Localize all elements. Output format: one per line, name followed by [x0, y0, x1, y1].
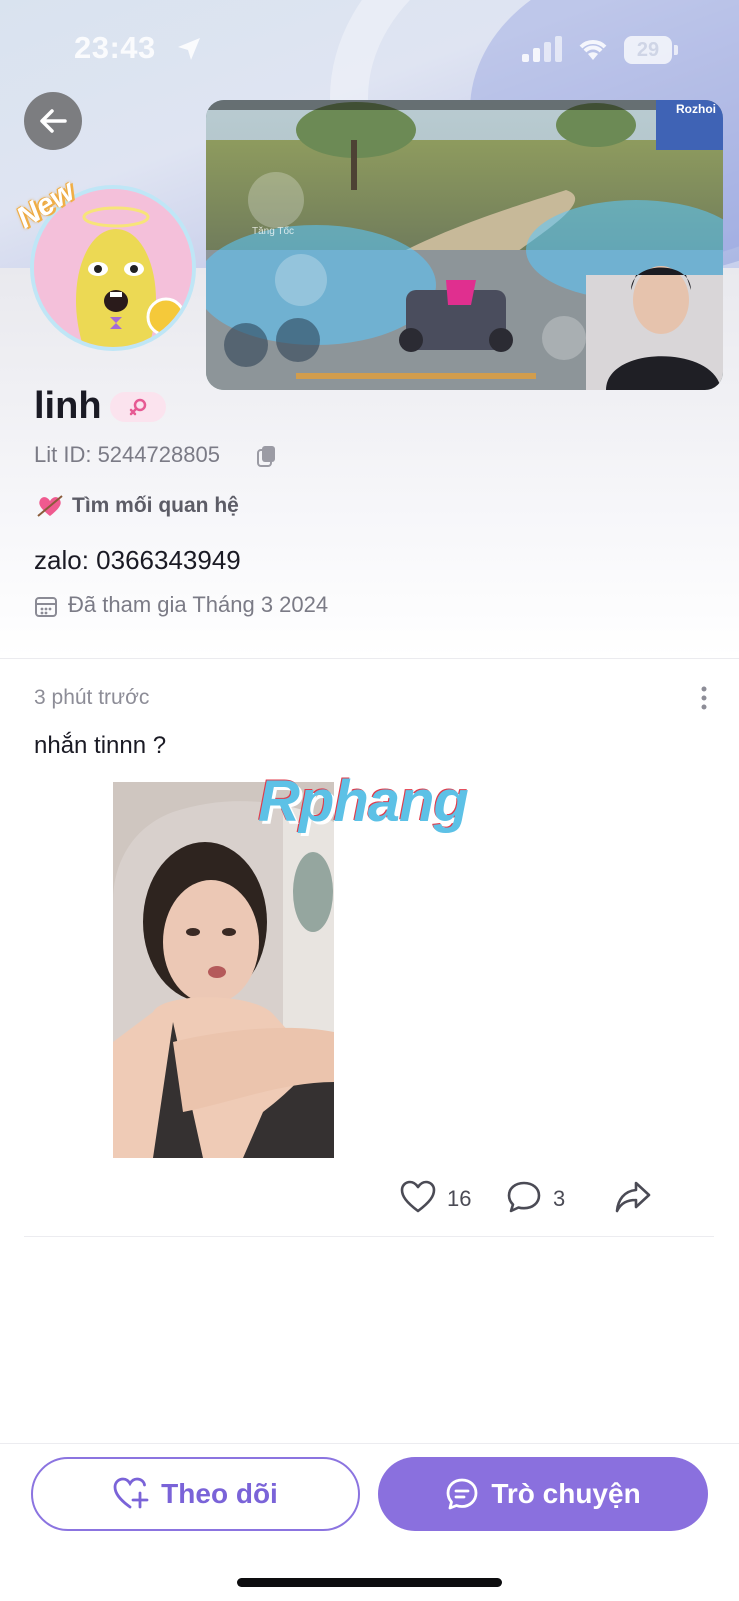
chat-bubble-icon: [445, 1477, 479, 1511]
back-arrow-icon: [40, 109, 67, 133]
copy-icon[interactable]: [256, 444, 278, 468]
cellular-signal-icon: [522, 36, 562, 62]
relationship-goal: Tìm mối quan hệ: [36, 494, 239, 518]
profile-username: linh: [34, 385, 102, 427]
join-date-text: Đã tham gia Tháng 3 2024: [68, 592, 329, 617]
post-timestamp: 3 phút trước: [34, 686, 150, 709]
post-divider: [24, 1236, 714, 1237]
profile-bio: zalo: 0366343949: [34, 545, 241, 575]
chat-button-label: Trò chuyện: [491, 1478, 641, 1509]
section-divider: [0, 658, 739, 659]
more-options-icon[interactable]: [700, 686, 708, 710]
follow-button-label: Theo dõi: [161, 1478, 278, 1509]
chat-button[interactable]: Trò chuyện: [378, 1457, 708, 1531]
heart-arrow-icon: [37, 495, 63, 518]
post-text: nhắn tinnn ?: [34, 732, 167, 759]
join-date-row: Đã tham gia Tháng 3 2024: [34, 592, 328, 618]
home-indicator[interactable]: [237, 1578, 502, 1587]
comment-icon[interactable]: [506, 1180, 542, 1214]
share-icon[interactable]: [614, 1180, 652, 1214]
watermark-text: Rphang: [258, 769, 469, 834]
minimap-label: Rozhoi: [676, 102, 716, 116]
calendar-icon: [35, 597, 57, 617]
portrait-photo: [113, 782, 334, 1158]
follow-button[interactable]: Theo dõi: [31, 1457, 360, 1531]
status-bar: 23:43 29: [0, 0, 739, 100]
pip-video-overlay[interactable]: Rozhoi Tăng Tốc: [206, 100, 723, 390]
relationship-goal-text: Tìm mối quan hệ: [72, 494, 239, 517]
post-photo[interactable]: [113, 782, 334, 1158]
lit-id-text: Lit ID: 5244728805: [34, 442, 220, 467]
heart-plus-icon: [113, 1477, 149, 1511]
wifi-icon: [579, 40, 607, 60]
gender-badge: [110, 392, 166, 422]
battery-tip: [674, 45, 678, 55]
battery-level: 29: [624, 36, 672, 64]
game-stream-scene: [206, 100, 723, 390]
female-icon: [129, 398, 147, 416]
post-actions-bar: 16 3: [0, 1180, 739, 1220]
like-count: 16: [447, 1186, 472, 1211]
hud-boost-label: Tăng Tốc: [252, 226, 295, 237]
status-time: 23:43: [74, 30, 156, 65]
heart-icon[interactable]: [400, 1180, 436, 1214]
comment-count: 3: [553, 1186, 566, 1211]
back-button[interactable]: [24, 92, 82, 150]
location-arrow-icon: [178, 38, 200, 60]
